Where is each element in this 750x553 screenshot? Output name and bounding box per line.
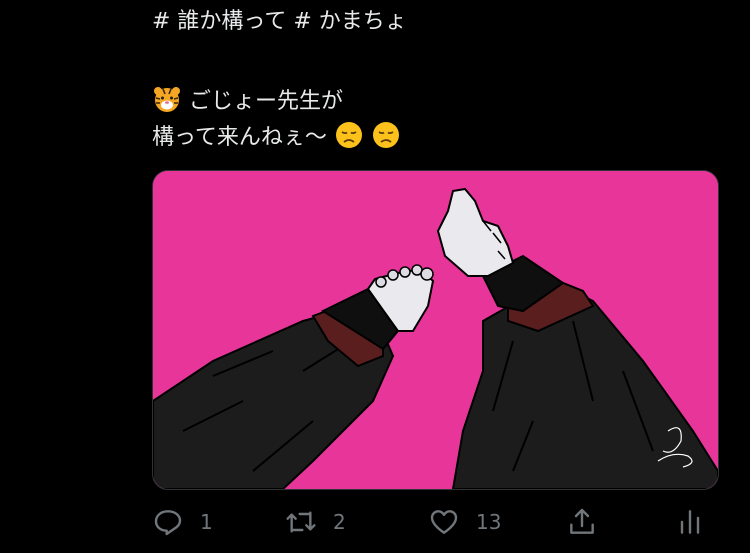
like-count: 13 <box>476 510 502 534</box>
tweet-line-2-text: ごじょー先生が <box>189 89 344 114</box>
heart-icon <box>430 510 458 534</box>
tweet-line-2: ごじょー先生が <box>152 84 712 120</box>
reply-button[interactable]: 1 <box>152 500 213 544</box>
share-icon <box>570 508 594 534</box>
hashtag-line[interactable]: # 誰か構って # かまちょ <box>152 4 712 40</box>
share-button[interactable] <box>566 500 598 544</box>
reply-icon <box>154 510 182 536</box>
disappointed-face-icon <box>372 122 399 148</box>
tweet-media-image[interactable] <box>152 170 719 490</box>
retweet-button[interactable]: 2 <box>285 500 346 544</box>
tweet-line-3-text: 構って来んねぇ〜 <box>152 125 327 150</box>
tweet-actions: 1 2 13 <box>152 500 712 544</box>
analytics-button[interactable] <box>674 500 706 544</box>
tweet-text: # 誰か構って # かまちょ ごじょー先生が 構って来んねぇ〜 <box>152 4 712 156</box>
retweet-icon <box>286 511 316 533</box>
tweet-line-3: 構って来んねぇ〜 <box>152 120 712 156</box>
retweet-count: 2 <box>333 510 346 534</box>
reply-count: 1 <box>200 510 213 534</box>
like-button[interactable]: 13 <box>428 500 501 544</box>
analytics-icon <box>680 510 700 534</box>
feet-illustration <box>153 171 718 489</box>
tiger-face-icon <box>154 87 180 112</box>
disappointed-face-icon <box>335 122 362 148</box>
